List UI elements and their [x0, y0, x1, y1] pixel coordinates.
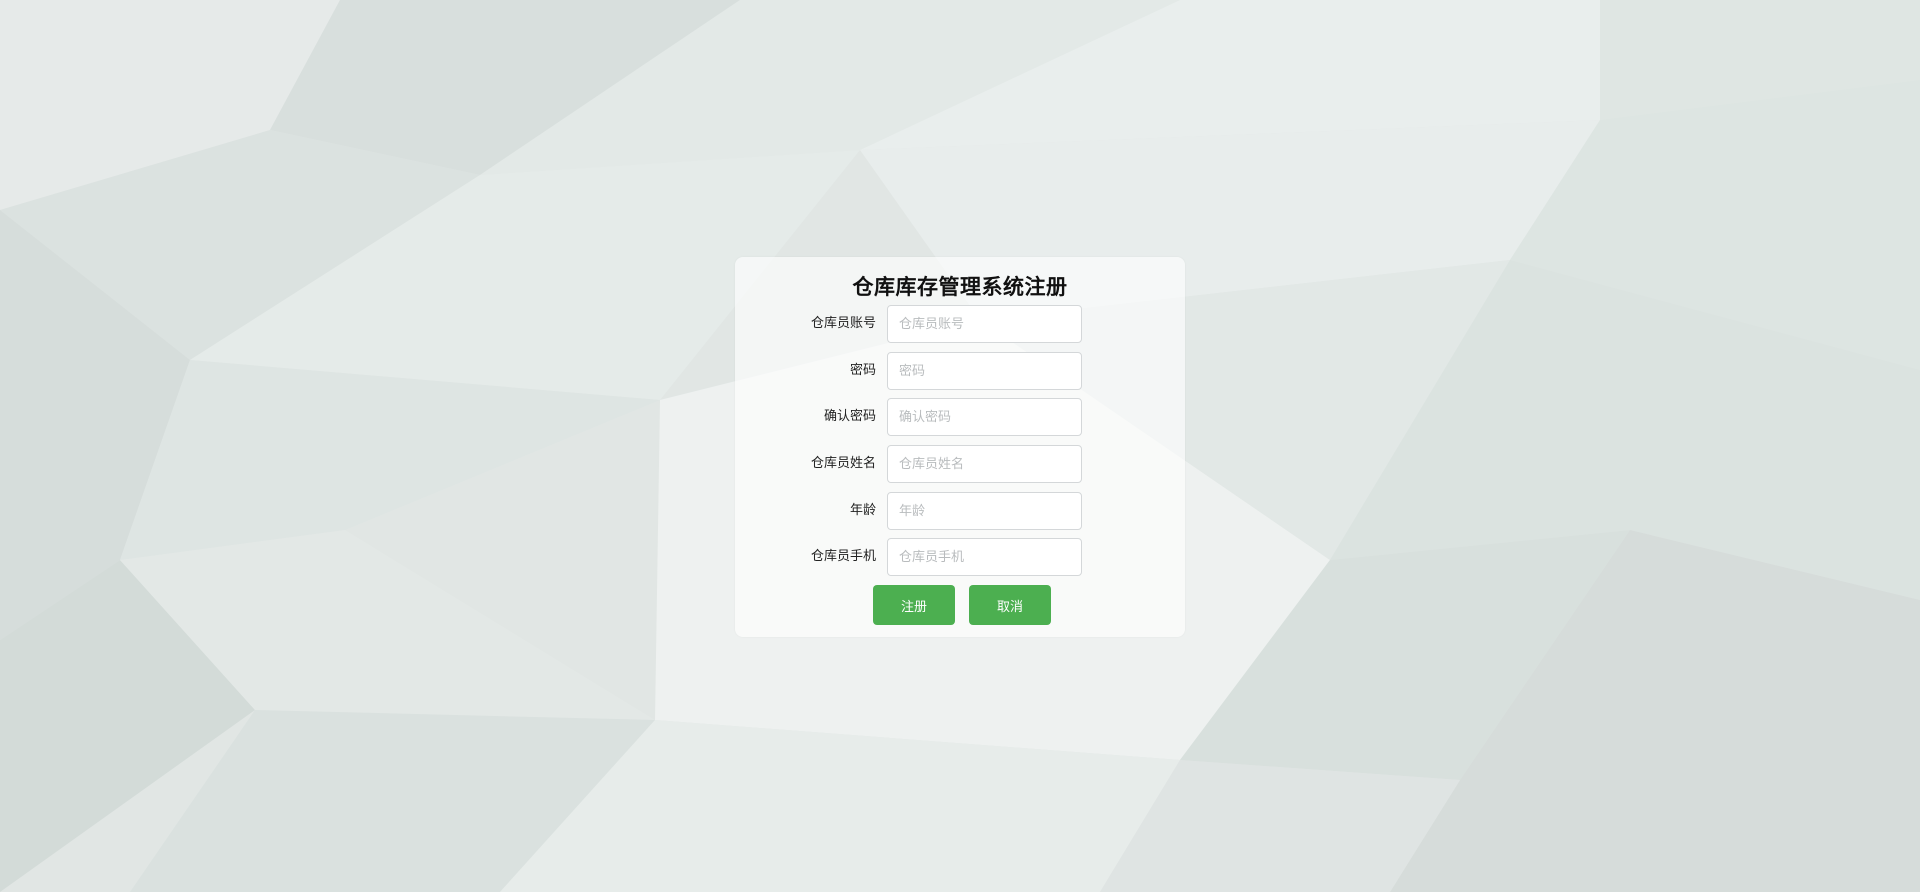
- age-label: 年龄: [849, 503, 876, 518]
- register-card: 仓库库存管理系统注册 仓库员账号 密码 确认密码 仓库员姓名 年龄 仓库员手机 …: [735, 257, 1185, 637]
- form-row-name: 仓库员姓名: [735, 445, 1185, 483]
- name-label: 仓库员姓名: [810, 456, 876, 471]
- form-row-confirm-password: 确认密码: [735, 398, 1185, 436]
- register-button[interactable]: 注册: [873, 585, 955, 625]
- form-row-age: 年龄: [735, 492, 1185, 530]
- phone-label: 仓库员手机: [810, 549, 876, 564]
- form-row-password: 密码: [735, 352, 1185, 390]
- confirm-password-input[interactable]: [887, 398, 1082, 436]
- confirm-password-label: 确认密码: [823, 409, 876, 424]
- password-input[interactable]: [887, 352, 1082, 390]
- form-row-account: 仓库员账号: [735, 305, 1185, 343]
- account-label: 仓库员账号: [810, 316, 876, 331]
- cancel-button[interactable]: 取消: [969, 585, 1051, 625]
- age-input[interactable]: [887, 492, 1082, 530]
- phone-input[interactable]: [887, 538, 1082, 576]
- name-input[interactable]: [887, 445, 1082, 483]
- account-input[interactable]: [887, 305, 1082, 343]
- page-title: 仓库库存管理系统注册: [852, 275, 1068, 299]
- password-label: 密码: [849, 363, 876, 378]
- form-row-phone: 仓库员手机: [735, 538, 1185, 576]
